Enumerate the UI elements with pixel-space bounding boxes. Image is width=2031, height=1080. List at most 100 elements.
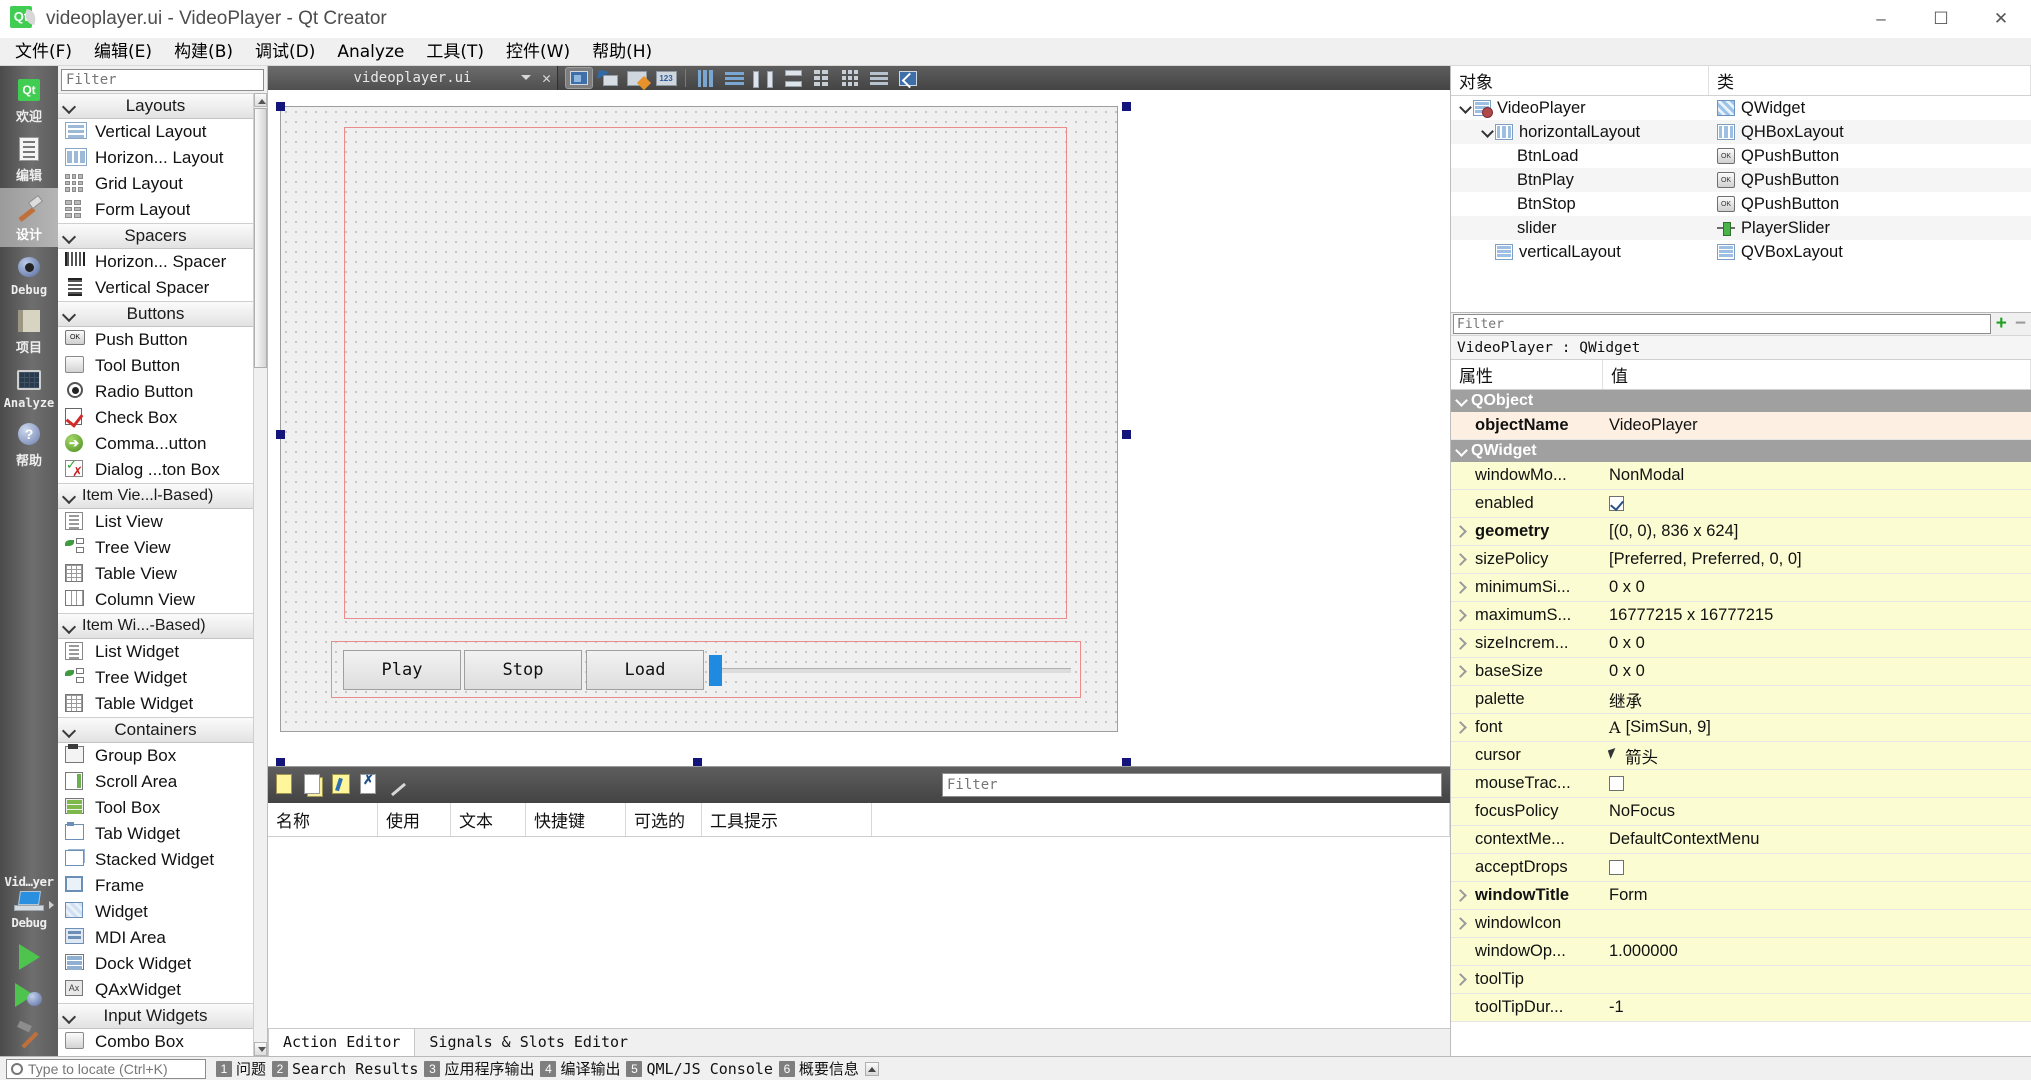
property-value[interactable]: 箭头 [1603, 742, 2031, 769]
close-button[interactable]: ✕ [1971, 0, 2031, 38]
property-value[interactable]: 0 x 0 [1603, 630, 2031, 657]
widget-item-pushbutton[interactable]: OK Push Button [58, 327, 253, 353]
mode-analyze[interactable]: Analyze [0, 360, 58, 414]
new-file-icon[interactable] [276, 774, 298, 796]
mode-edit[interactable]: 编辑 [0, 129, 58, 188]
scroll-up-button[interactable] [254, 93, 267, 107]
widget-item-verticalspacer[interactable]: Vertical Spacer [58, 275, 253, 301]
object-tree-column-class[interactable]: 类 [1709, 66, 2031, 95]
form-root-widget[interactable]: Play Stop Load [280, 106, 1118, 732]
selection-handle-tr[interactable] [1122, 102, 1131, 111]
widget-group-layouts[interactable]: Layouts [58, 93, 253, 119]
widget-item-horizonspacer[interactable]: Horizon... Spacer [58, 249, 253, 275]
property-value[interactable] [1603, 854, 2031, 881]
chevron-down-icon[interactable] [1481, 125, 1495, 139]
layout-form-tool[interactable] [808, 68, 834, 88]
widget-item-commautton[interactable]: ➔ Comma...utton [58, 431, 253, 457]
selection-handle-mr[interactable] [1122, 430, 1131, 439]
menu-debug[interactable]: 调试(D) [244, 39, 326, 65]
menu-window[interactable]: 控件(W) [495, 39, 581, 65]
checkbox-unchecked-icon[interactable] [1609, 776, 1624, 791]
widget-item-frame[interactable]: Frame [58, 873, 253, 899]
form-button-play[interactable]: Play [343, 650, 461, 690]
selection-handle-ml[interactable] [276, 430, 285, 439]
property-row[interactable]: windowOp... 1.000000 [1451, 938, 2031, 966]
widget-item-qaxwidget[interactable]: Ax QAxWidget [58, 977, 253, 1003]
object-tree-row[interactable]: slider PlayerSlider [1451, 216, 2031, 240]
property-row[interactable]: geometry [(0, 0), 836 x 624] [1451, 518, 2031, 546]
edit-tab-order-tool[interactable]: 123 [653, 68, 679, 88]
chevron-down-icon[interactable] [1455, 444, 1471, 458]
object-tree-row[interactable]: BtnPlay OK QPushButton [1451, 168, 2031, 192]
widget-group-spacers[interactable]: Spacers [58, 223, 253, 249]
locator-field[interactable]: Type to locate (Ctrl+K) [6, 1058, 206, 1079]
property-row[interactable]: toolTipDur... -1 [1451, 994, 2031, 1022]
property-row[interactable]: maximumS... 16777215 x 16777215 [1451, 602, 2031, 630]
video-display-area[interactable] [344, 127, 1067, 619]
output-pane-button[interactable]: 6 概要信息 [778, 1058, 859, 1079]
adjust-size-tool[interactable] [895, 68, 921, 88]
menu-tools[interactable]: 工具(T) [415, 39, 495, 65]
widget-box-filter[interactable] [61, 69, 264, 91]
widget-item-tableview[interactable]: Table View [58, 561, 253, 587]
form-button-load[interactable]: Load [586, 650, 704, 690]
layout-splitter-vertical-tool[interactable] [779, 68, 805, 88]
form-button-stop[interactable]: Stop [464, 650, 582, 690]
output-pane-button[interactable]: 1 问题 [216, 1058, 266, 1079]
action-column-2[interactable]: 文本 [451, 803, 526, 836]
widget-item-widget[interactable]: Widget [58, 899, 253, 925]
widget-group-containers[interactable]: Containers [58, 717, 253, 743]
property-row[interactable]: windowIcon [1451, 910, 2031, 938]
chevron-right-icon[interactable] [1451, 910, 1469, 937]
property-value[interactable]: VideoPlayer [1603, 412, 2031, 439]
property-row[interactable]: toolTip [1451, 966, 2031, 994]
copy-icon[interactable] [304, 774, 326, 796]
chevron-down-icon[interactable] [521, 75, 531, 80]
widget-group-itemwibased[interactable]: Item Wi...-Based) [58, 613, 253, 639]
output-pane-button[interactable]: 5 QML/JS Console [626, 1060, 773, 1078]
property-value[interactable]: [Preferred, Preferred, 0, 0] [1603, 546, 2031, 573]
widget-item-scrollarea[interactable]: Scroll Area [58, 769, 253, 795]
property-value[interactable]: 继承 [1603, 686, 2031, 713]
widget-item-dockwidget[interactable]: Dock Widget [58, 951, 253, 977]
maximize-button[interactable]: ☐ [1911, 0, 1971, 38]
action-editor-rows[interactable] [268, 837, 1450, 1028]
widget-group-buttons[interactable]: Buttons [58, 301, 253, 327]
action-editor-filter[interactable] [942, 773, 1442, 797]
edit-widgets-tool[interactable] [565, 67, 593, 89]
widget-item-mdiarea[interactable]: MDI Area [58, 925, 253, 951]
chevron-right-icon[interactable] [1451, 602, 1469, 629]
widget-item-combobox[interactable]: Combo Box [58, 1029, 253, 1055]
property-value[interactable]: 1.000000 [1603, 938, 2031, 965]
menu-help[interactable]: 帮助(H) [581, 39, 663, 65]
run-button[interactable] [18, 944, 40, 970]
widget-item-tabwidget[interactable]: Tab Widget [58, 821, 253, 847]
chevron-right-icon[interactable] [1451, 546, 1469, 573]
property-row[interactable]: contextMe... DefaultContextMenu [1451, 826, 2031, 854]
delete-icon[interactable] [360, 772, 382, 796]
property-value[interactable]: NonModal [1603, 462, 2031, 489]
action-editor-filter-input[interactable] [947, 777, 1437, 793]
widget-item-listwidget[interactable]: List Widget [58, 639, 253, 665]
form-slider-handle[interactable] [709, 655, 722, 686]
property-value[interactable]: 0 x 0 [1603, 658, 2031, 685]
property-value[interactable]: 0 x 0 [1603, 574, 2031, 601]
mode-help[interactable]: ? 帮助 [0, 414, 58, 473]
selection-handle-bm[interactable] [693, 758, 702, 766]
layout-horizontally-tool[interactable] [692, 68, 718, 88]
wand-icon[interactable] [388, 774, 410, 796]
remove-property-button[interactable]: − [2012, 313, 2029, 335]
widget-item-groupbox[interactable]: Group Box [58, 743, 253, 769]
widget-item-horizonlayout[interactable]: Horizon... Layout [58, 145, 253, 171]
property-value[interactable] [1603, 966, 2031, 993]
widget-item-verticallayout[interactable]: Vertical Layout [58, 119, 253, 145]
menu-build[interactable]: 构建(B) [163, 39, 244, 65]
property-row[interactable]: sizePolicy [Preferred, Preferred, 0, 0] [1451, 546, 2031, 574]
property-row[interactable]: mouseTrac... [1451, 770, 2031, 798]
output-pane-button[interactable]: 4 编译输出 [540, 1058, 620, 1079]
property-row[interactable]: cursor 箭头 [1451, 742, 2031, 770]
property-row[interactable]: minimumSi... 0 x 0 [1451, 574, 2031, 602]
object-tree-row[interactable]: BtnLoad OK QPushButton [1451, 144, 2031, 168]
edit-icon[interactable] [332, 774, 354, 796]
kit-selector[interactable] [0, 891, 58, 913]
